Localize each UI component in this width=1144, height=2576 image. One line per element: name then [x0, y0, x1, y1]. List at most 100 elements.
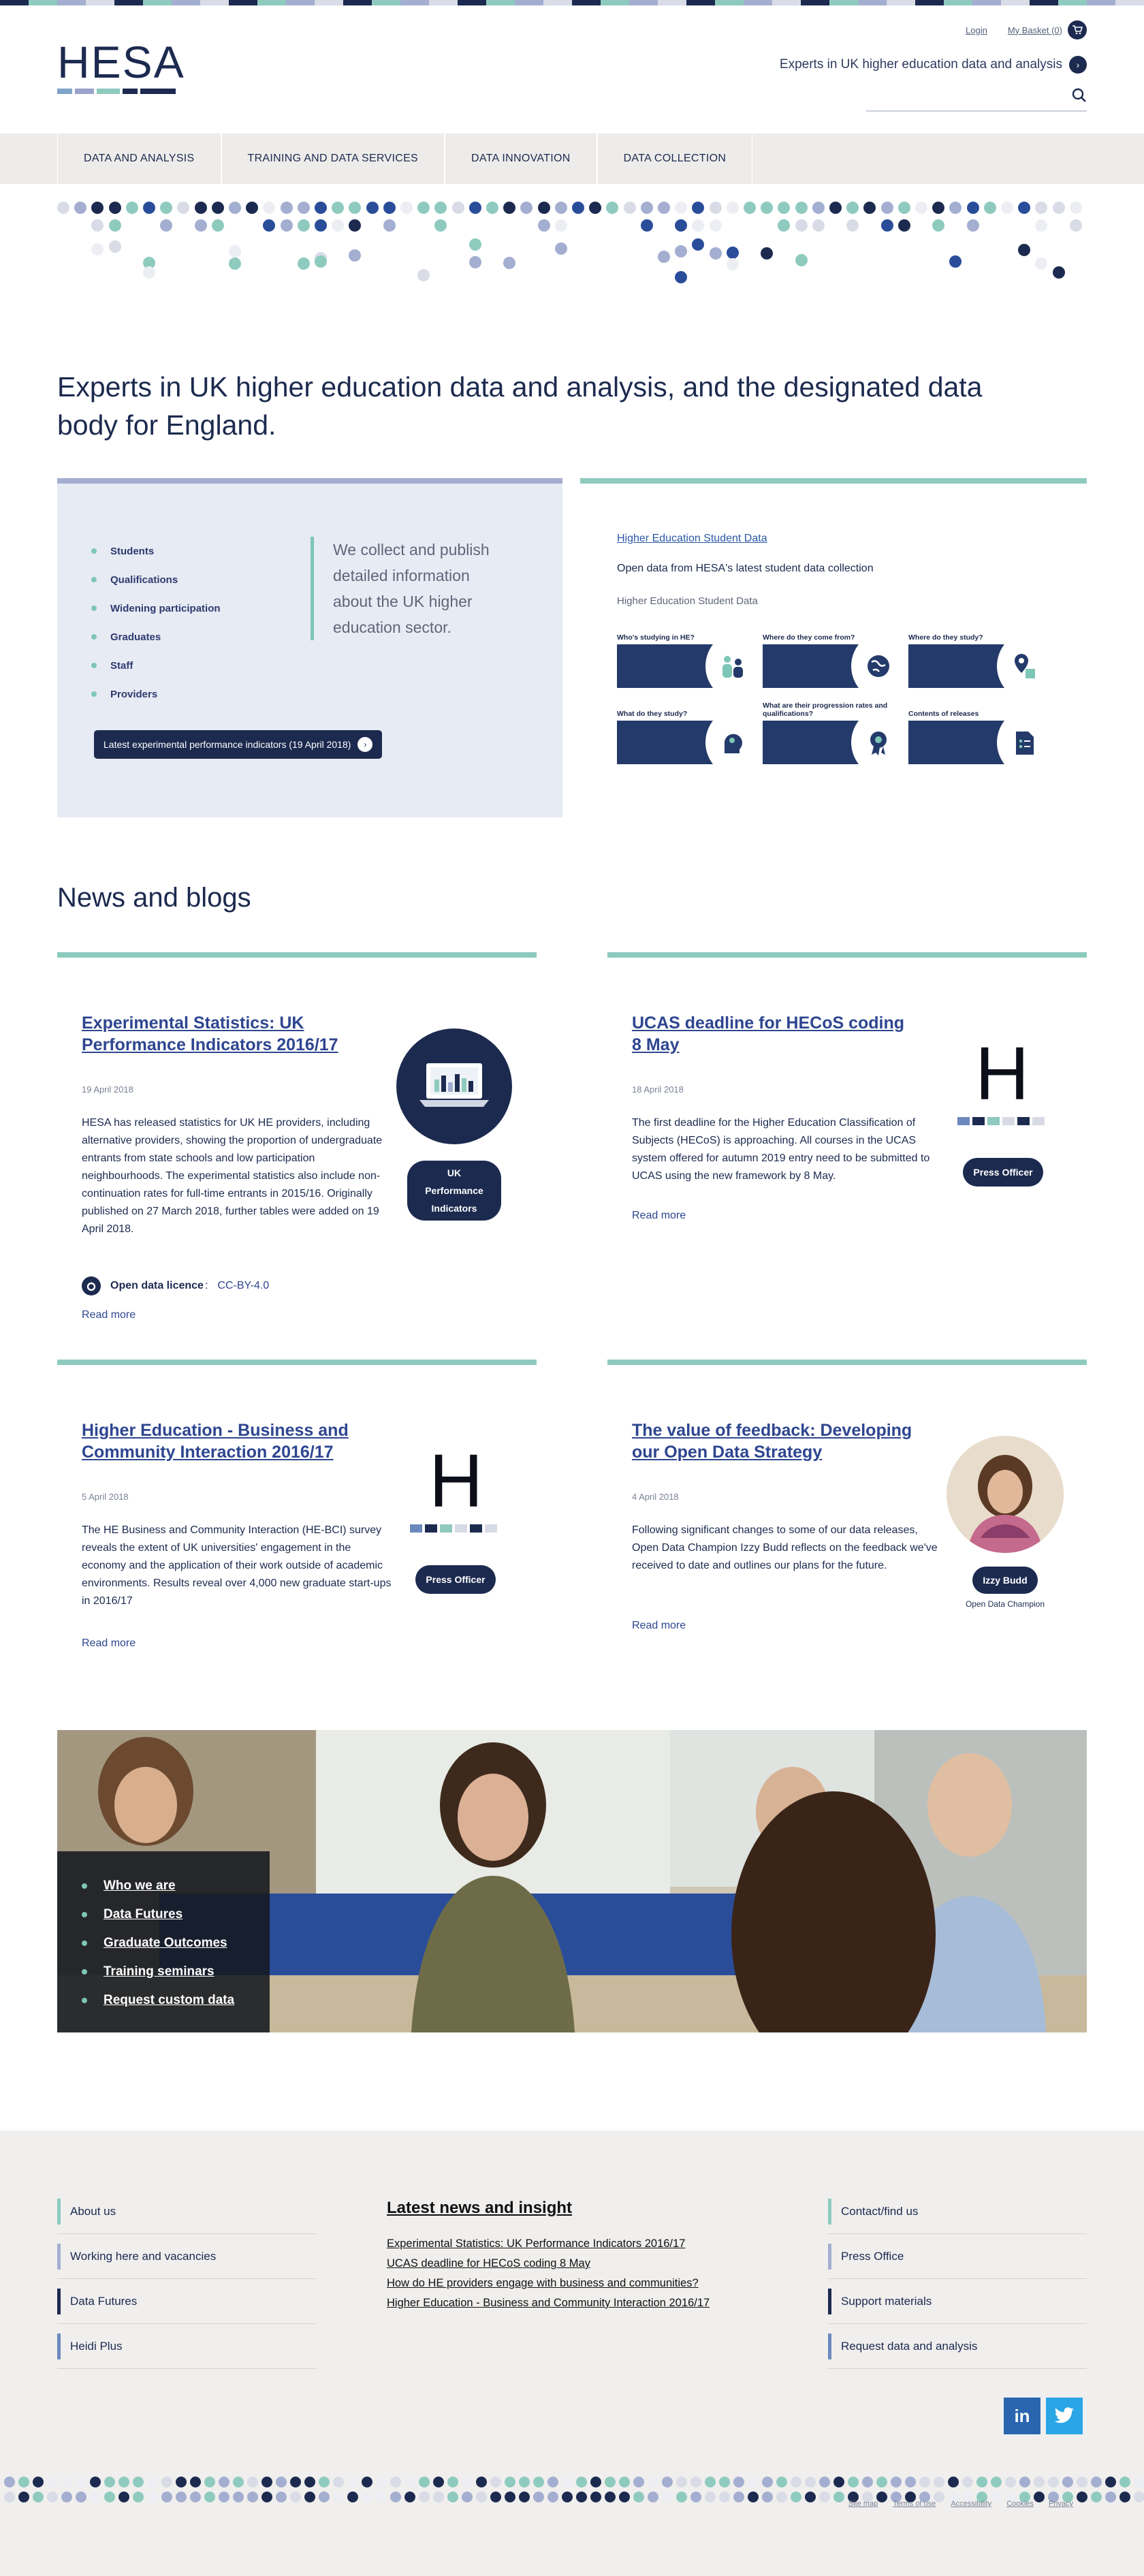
tile-whos-studying[interactable]: Who's studying in HE? [617, 627, 756, 688]
news-title-link[interactable]: Experimental Statistics: UK Performance … [82, 1012, 381, 1056]
decorative-dot [376, 2477, 387, 2487]
read-more-link[interactable]: Read more [632, 1210, 686, 1222]
footer-link-support-materials[interactable]: Support materials [828, 2279, 1087, 2324]
topic-graduates[interactable]: Graduates [91, 623, 221, 651]
topic-widening-participation[interactable]: Widening participation [91, 594, 221, 623]
legal-cookies[interactable]: Cookies [1006, 2500, 1034, 2508]
decorative-dot [400, 202, 413, 214]
legal-accessibility[interactable]: Accessibility [951, 2500, 991, 2508]
link-training-seminars[interactable]: Training seminars [82, 1958, 234, 1986]
topic-students[interactable]: Students [91, 537, 221, 565]
footer-news-link[interactable]: Higher Education - Business and Communit… [387, 2293, 768, 2313]
footer-link-request-data[interactable]: Request data and analysis [828, 2324, 1087, 2369]
legal-site-map[interactable]: Site map [848, 2500, 878, 2508]
decorative-dot [33, 2477, 44, 2487]
footer-link-heidi-plus[interactable]: Heidi Plus [57, 2324, 316, 2369]
nav-data-innovation[interactable]: DATA INNOVATION [445, 133, 597, 184]
basket-link[interactable]: My Basket (0) [1008, 20, 1087, 40]
student-data-subtitle: Open data from HESA's latest student dat… [617, 563, 874, 574]
tag-press-officer[interactable]: Press Officer [415, 1565, 496, 1594]
news-title-link[interactable]: UCAS deadline for HECoS coding 8 May [632, 1012, 918, 1056]
stripe-segment [57, 0, 86, 5]
footer-news-link[interactable]: UCAS deadline for HECoS coding 8 May [387, 2254, 768, 2274]
tile-what-study[interactable]: What do they study? [617, 703, 756, 764]
read-more-link[interactable]: Read more [82, 1309, 136, 1321]
decorative-dot [332, 219, 345, 232]
link-who-we-are[interactable]: Who we are [82, 1872, 234, 1900]
search-field[interactable] [866, 84, 1087, 112]
decorative-dot [776, 2492, 787, 2502]
footer-link-contact[interactable]: Contact/find us [828, 2189, 1087, 2234]
licence-link[interactable]: CC-BY-4.0 [217, 1280, 269, 1292]
topic-providers[interactable]: Providers [91, 680, 221, 708]
decorative-dot [1018, 243, 1031, 256]
tag-izzy-budd[interactable]: Izzy Budd [972, 1567, 1038, 1594]
link-graduate-outcomes[interactable]: Graduate Outcomes [82, 1929, 234, 1958]
news-card: Experimental Statistics: UK Performance … [57, 952, 537, 1334]
tag-press-officer[interactable]: Press Officer [963, 1158, 1043, 1187]
footer-news-link[interactable]: How do HE providers engage with business… [387, 2274, 768, 2293]
decorative-dot [676, 2492, 687, 2502]
student-data-link[interactable]: Higher Education Student Data [617, 533, 767, 545]
footer-link-working-here[interactable]: Working here and vacancies [57, 2234, 316, 2279]
legal-terms[interactable]: Terms of use [893, 2500, 936, 2508]
nav-data-collection[interactable]: DATA COLLECTION [597, 133, 753, 184]
news-title-link[interactable]: Higher Education - Business and Communit… [82, 1419, 381, 1463]
topic-staff[interactable]: Staff [91, 651, 221, 680]
login-link[interactable]: Login [966, 25, 987, 35]
decorative-dot [90, 2492, 101, 2502]
legal-privacy[interactable]: Privacy [1049, 2500, 1073, 2508]
footer-link-data-futures[interactable]: Data Futures [57, 2279, 316, 2324]
decorative-dot [1048, 2477, 1059, 2487]
decorative-dot [633, 2492, 644, 2502]
social-links: in [1004, 2398, 1083, 2434]
decorative-dot [1062, 2477, 1073, 2487]
header-tagline-link[interactable]: Experts in UK higher education data and … [780, 56, 1087, 74]
decorative-dot [476, 2492, 487, 2502]
footer-link-about[interactable]: About us [57, 2189, 316, 2234]
laptop-chart-icon [419, 1063, 489, 1107]
nav-training-and-data-services[interactable]: TRAINING AND DATA SERVICES [221, 133, 445, 184]
decorative-dot [468, 255, 481, 268]
decorative-dot [4, 2477, 15, 2487]
decorative-dot [819, 2477, 830, 2487]
decorative-dot [125, 202, 138, 214]
footer-news-heading[interactable]: Latest news and insight [387, 2199, 768, 2218]
rosette-icon [865, 729, 892, 756]
decorative-dot [147, 2492, 158, 2502]
decorative-dot [572, 202, 584, 214]
tile-caption: Who's studying in HE? [617, 633, 695, 642]
stripe-segment [1058, 0, 1087, 5]
nav-data-and-analysis[interactable]: DATA AND ANALYSIS [57, 133, 221, 184]
logo-bars [957, 1117, 1045, 1125]
decorative-dot [332, 202, 345, 214]
footer-link-label: Working here and vacancies [70, 2249, 217, 2263]
search-icon[interactable] [1072, 88, 1087, 107]
decorative-dot [133, 2492, 144, 2502]
decorative-dot [554, 242, 567, 255]
link-request-custom-data[interactable]: Request custom data [82, 1986, 234, 2015]
tag-uk-performance-indicators[interactable]: UK Performance Indicators [407, 1161, 501, 1221]
topic-qualifications[interactable]: Qualifications [91, 565, 221, 594]
decorative-dot [805, 2477, 816, 2487]
decorative-dot [726, 257, 739, 270]
linkedin-icon[interactable]: in [1004, 2398, 1040, 2434]
read-more-link[interactable]: Read more [82, 1637, 136, 1650]
decorative-dot [692, 202, 705, 214]
stripe-segment [114, 0, 143, 5]
footer-news-link[interactable]: Experimental Statistics: UK Performance … [387, 2234, 768, 2254]
cart-icon [1068, 20, 1087, 40]
experimental-indicators-button[interactable]: Latest experimental performance indicato… [94, 730, 383, 759]
link-data-futures[interactable]: Data Futures [82, 1900, 234, 1929]
open-data-icon [82, 1276, 101, 1295]
hesa-logo[interactable]: HESA [57, 40, 185, 94]
tile-progression[interactable]: What are their progression rates and qua… [763, 702, 902, 764]
decorative-dot [795, 202, 808, 214]
news-title-link[interactable]: The value of feedback: Developing our Op… [632, 1419, 918, 1463]
tile-where-study[interactable]: Where do they study? [908, 627, 1047, 688]
read-more-link[interactable]: Read more [632, 1620, 686, 1632]
tile-contents[interactable]: Contents of releases [908, 703, 1047, 764]
tile-where-from[interactable]: Where do they come from? [763, 627, 902, 688]
footer-link-press-office[interactable]: Press Office [828, 2234, 1087, 2279]
twitter-icon[interactable] [1046, 2398, 1083, 2434]
